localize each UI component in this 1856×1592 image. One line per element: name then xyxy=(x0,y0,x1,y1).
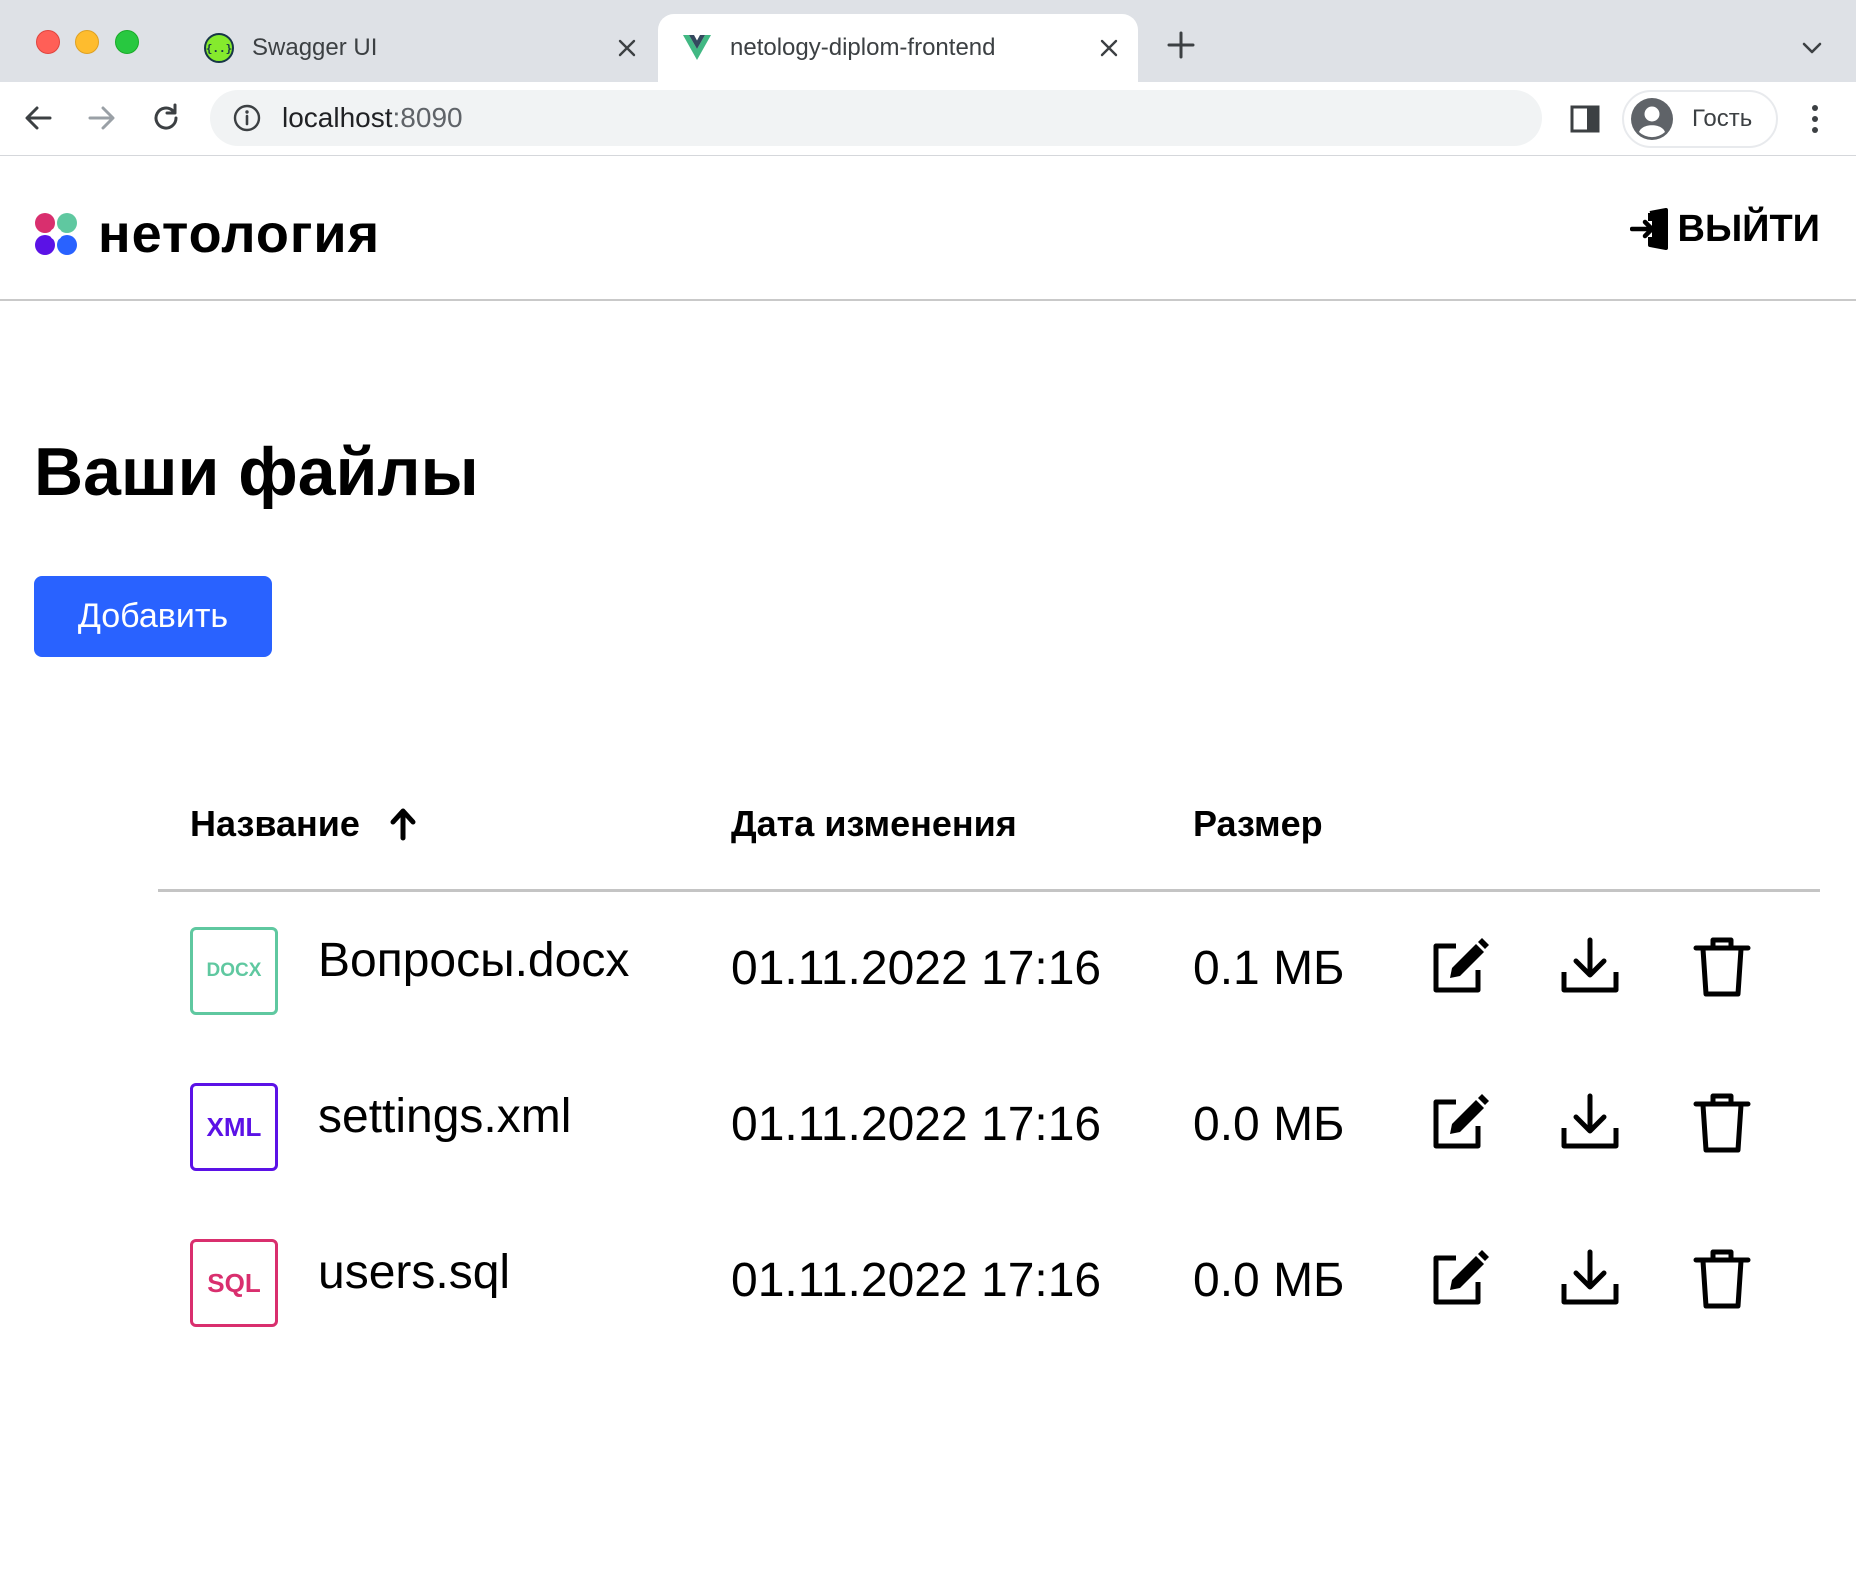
profile-avatar-icon xyxy=(1631,98,1673,140)
netology-logo-icon xyxy=(35,213,77,255)
logo[interactable]: нетология xyxy=(34,207,380,261)
download-icon[interactable] xyxy=(1557,1245,1623,1311)
tab-netology-diplom-frontend[interactable]: netology-diplom-frontend xyxy=(658,14,1138,82)
download-icon[interactable] xyxy=(1557,1089,1623,1155)
window-minimize-button[interactable] xyxy=(75,30,99,54)
column-header-date[interactable]: Дата изменения xyxy=(731,802,1017,846)
browser-toolbar: localhost:8090 Гость xyxy=(0,82,1856,156)
file-name: users.sql xyxy=(318,1246,511,1299)
column-header-name-label: Название xyxy=(190,803,360,844)
file-type-label: XML xyxy=(206,1111,262,1142)
edit-icon[interactable] xyxy=(1425,1089,1491,1155)
window-close-button[interactable] xyxy=(36,30,60,54)
site-info-icon[interactable] xyxy=(232,103,262,133)
table-row: XML settings.xml 01.11.2022 17:16 0.0 МБ xyxy=(158,1083,1820,1173)
logout-door-icon xyxy=(1629,208,1668,250)
tab-close-icon[interactable] xyxy=(1098,37,1120,59)
trash-icon[interactable] xyxy=(1689,1245,1755,1311)
profile-button[interactable]: Гость xyxy=(1622,90,1778,148)
file-type-label: DOCX xyxy=(206,960,262,981)
url-port: :8090 xyxy=(392,102,463,133)
side-panel-icon[interactable] xyxy=(1568,102,1602,136)
edit-icon[interactable] xyxy=(1425,1245,1491,1311)
browser-tabstrip: {..} Swagger UI netology-diplom-frontend xyxy=(0,0,1856,82)
file-date: 01.11.2022 17:16 xyxy=(731,1254,1102,1307)
new-tab-plus-icon[interactable] xyxy=(1166,30,1196,60)
column-header-size[interactable]: Размер xyxy=(1193,802,1323,846)
column-header-size-label: Размер xyxy=(1193,803,1323,844)
trash-icon[interactable] xyxy=(1689,933,1755,999)
trash-icon[interactable] xyxy=(1689,1089,1755,1155)
logout-button[interactable]: ВЫЙТИ xyxy=(1629,207,1820,251)
svg-text:{..}: {..} xyxy=(206,42,233,55)
forward-arrow-icon[interactable] xyxy=(84,100,120,136)
file-size: 0.0 МБ xyxy=(1193,1098,1345,1151)
swagger-icon: {..} xyxy=(204,33,234,63)
sort-arrow-up-icon[interactable] xyxy=(388,807,418,841)
file-name: settings.xml xyxy=(318,1090,572,1143)
url-text: localhost:8090 xyxy=(282,102,463,134)
tab-title: Swagger UI xyxy=(252,34,378,61)
vue-icon xyxy=(683,35,711,60)
tab-close-icon[interactable] xyxy=(616,37,638,59)
tab-title: netology-diplom-frontend xyxy=(730,34,996,61)
url-host: localhost xyxy=(282,102,393,133)
profile-label: Гость xyxy=(1692,105,1753,132)
logo-text: нетология xyxy=(98,204,381,264)
file-size: 0.0 МБ xyxy=(1193,1254,1345,1307)
docx-file-icon: DOCX xyxy=(190,927,278,1015)
file-type-label: SQL xyxy=(207,1267,261,1298)
site-header: нетология ВЫЙТИ xyxy=(0,157,1856,301)
add-file-button[interactable]: Добавить xyxy=(34,576,272,657)
column-header-date-label: Дата изменения xyxy=(731,803,1017,844)
browser-menu-kebab-icon[interactable] xyxy=(1800,102,1830,136)
table-row: SQL users.sql 01.11.2022 17:16 0.0 МБ xyxy=(158,1239,1820,1329)
file-date: 01.11.2022 17:16 xyxy=(731,1098,1102,1151)
download-icon[interactable] xyxy=(1557,933,1623,999)
column-header-name[interactable]: Название xyxy=(190,802,418,846)
page-title: Ваши файлы xyxy=(34,434,479,510)
table-row: DOCX Вопросы.docx 01.11.2022 17:16 0.1 М… xyxy=(158,927,1820,1017)
back-arrow-icon[interactable] xyxy=(20,100,56,136)
tab-swagger-ui[interactable]: {..} Swagger UI xyxy=(196,14,656,82)
file-name: Вопросы.docx xyxy=(318,934,630,987)
window-zoom-button[interactable] xyxy=(115,30,139,54)
table-header-divider xyxy=(158,889,1820,892)
reload-icon[interactable] xyxy=(148,100,184,136)
xml-file-icon: XML xyxy=(190,1083,278,1171)
file-date: 01.11.2022 17:16 xyxy=(731,942,1102,995)
sql-file-icon: SQL xyxy=(190,1239,278,1327)
tab-search-chevron-down-icon[interactable] xyxy=(1800,36,1824,60)
edit-icon[interactable] xyxy=(1425,933,1491,999)
address-bar[interactable]: localhost:8090 xyxy=(210,90,1542,146)
logout-label: ВЫЙТИ xyxy=(1677,208,1820,250)
file-size: 0.1 МБ xyxy=(1193,942,1345,995)
